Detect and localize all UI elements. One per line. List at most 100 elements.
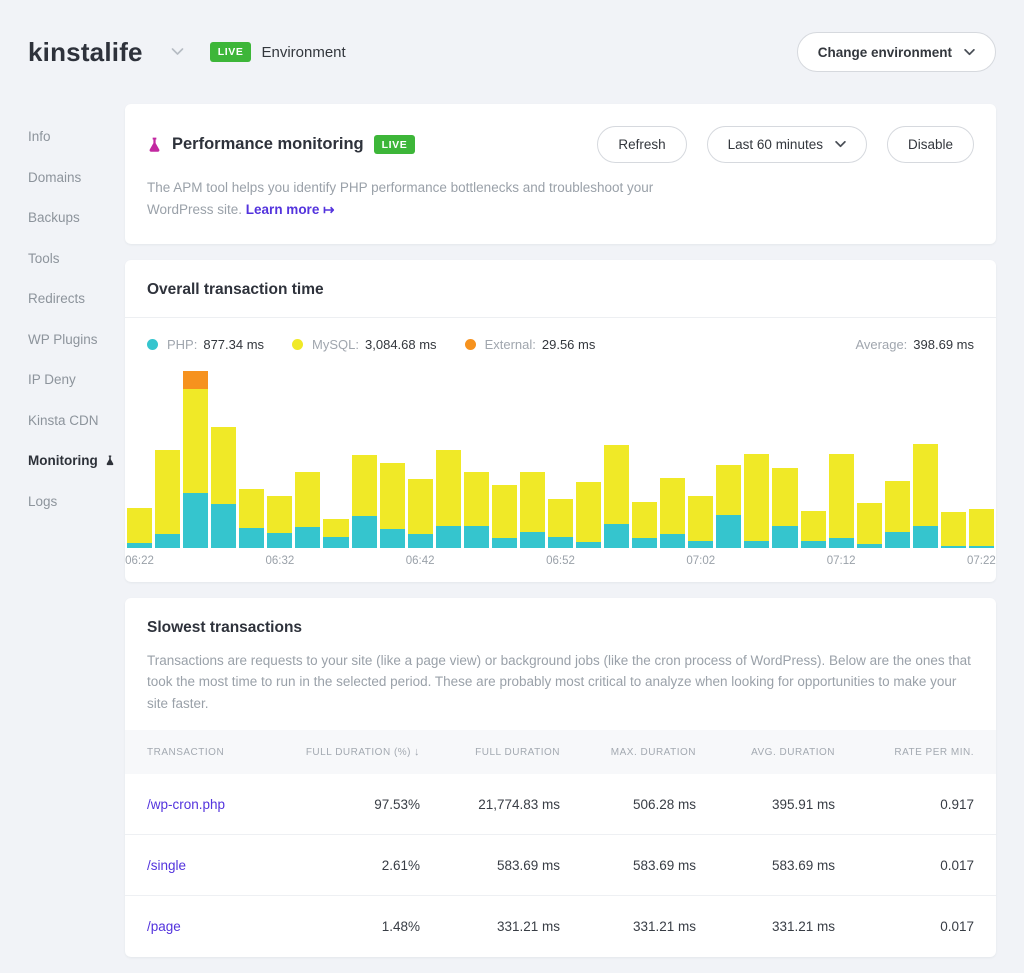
php-segment: [969, 546, 994, 548]
column-header-max-duration[interactable]: MAX. DURATION: [560, 747, 696, 758]
transaction-link[interactable]: /page: [147, 919, 270, 934]
refresh-label: Refresh: [618, 137, 665, 152]
php-segment: [380, 529, 405, 548]
chart-bar[interactable]: [744, 454, 769, 548]
chart-bar[interactable]: [885, 481, 910, 548]
sidebar-item-wp-plugins[interactable]: WP Plugins: [28, 333, 125, 347]
chart-bar[interactable]: [857, 503, 882, 548]
axis-tick-label: 07:12: [827, 555, 856, 567]
disable-label: Disable: [908, 137, 953, 152]
chart-bar[interactable]: [492, 485, 517, 548]
axis-tick: [660, 555, 685, 570]
chart-bar[interactable]: [772, 468, 797, 548]
chart-bar[interactable]: [548, 499, 573, 548]
php-segment: [323, 537, 348, 548]
php-segment: [604, 524, 629, 548]
axis-tick: [885, 555, 910, 570]
php-segment: [352, 516, 377, 548]
column-header-label: FULL DURATION (%): [306, 747, 411, 758]
column-header-transaction[interactable]: TRANSACTION: [147, 747, 270, 758]
column-header-avg-duration[interactable]: AVG. DURATION: [696, 747, 835, 758]
sidebar-item-monitoring[interactable]: Monitoring: [28, 454, 125, 468]
chart-bar[interactable]: [520, 472, 545, 548]
php-segment: [211, 504, 236, 548]
change-environment-label: Change environment: [818, 45, 952, 60]
sidebar-item-kinsta-cdn[interactable]: Kinsta CDN: [28, 414, 125, 428]
external-segment: [183, 371, 208, 389]
chart-bar[interactable]: [464, 472, 489, 548]
chart-bar[interactable]: [604, 445, 629, 548]
chart-bar[interactable]: [632, 502, 657, 548]
time-range-dropdown[interactable]: Last 60 minutes: [707, 126, 867, 163]
top-bar: kinstalife LIVE Environment Change envir…: [0, 0, 1024, 104]
chart-bar[interactable]: [380, 463, 405, 548]
full-duration-pct-value: 97.53%: [270, 797, 420, 812]
chart-bar[interactable]: [352, 455, 377, 548]
php-segment: [267, 533, 292, 548]
column-header-full-duration-pct[interactable]: FULL DURATION (%)↓: [270, 746, 420, 758]
chart-bar[interactable]: [716, 465, 741, 548]
chart-bar[interactable]: [323, 519, 348, 548]
apm-description-text: The APM tool helps you identify PHP perf…: [147, 180, 653, 217]
chart-bar[interactable]: [688, 496, 713, 548]
php-segment: [464, 526, 489, 548]
disable-button[interactable]: Disable: [887, 126, 974, 163]
mysql-segment: [183, 389, 208, 493]
legend-item-php: PHP: 877.34 ms: [147, 337, 264, 352]
apm-live-badge: LIVE: [374, 135, 416, 155]
chevron-down-icon: [835, 141, 846, 148]
chart-bar[interactable]: [913, 444, 938, 548]
chart-bar[interactable]: [211, 427, 236, 548]
column-header-rate-per-min[interactable]: RATE PER MIN.: [835, 747, 974, 758]
chart-bar[interactable]: [239, 489, 264, 548]
chart-bar[interactable]: [183, 371, 208, 548]
sidebar-item-ip-deny[interactable]: IP Deny: [28, 373, 125, 387]
environment-label: Environment: [261, 44, 345, 61]
php-segment: [632, 538, 657, 548]
sidebar-item-label: Tools: [28, 252, 60, 266]
chart-bar[interactable]: [660, 478, 685, 548]
sidebar-item-label: Logs: [28, 495, 57, 509]
sidebar-item-domains[interactable]: Domains: [28, 171, 125, 185]
sidebar-item-tools[interactable]: Tools: [28, 252, 125, 266]
sidebar-item-backups[interactable]: Backups: [28, 211, 125, 225]
php-segment: [941, 546, 966, 548]
chart-bar[interactable]: [436, 450, 461, 548]
transaction-link[interactable]: /wp-cron.php: [147, 797, 270, 812]
learn-more-link[interactable]: Learn more: [246, 202, 320, 217]
sidebar-item-redirects[interactable]: Redirects: [28, 292, 125, 306]
chart-bar[interactable]: [295, 472, 320, 548]
chart-bar[interactable]: [576, 482, 601, 548]
chart-bar[interactable]: [127, 508, 152, 548]
transaction-link[interactable]: /single: [147, 858, 270, 873]
chart-bar[interactable]: [829, 454, 854, 548]
column-header-full-duration[interactable]: FULL DURATION: [420, 747, 560, 758]
sidebar-item-info[interactable]: Info: [28, 130, 125, 144]
mysql-segment: [352, 455, 377, 516]
overall-transaction-time-card: Overall transaction time PHP: 877.34 ms …: [125, 260, 996, 582]
chart-bar[interactable]: [408, 479, 433, 548]
axis-tick: [941, 555, 966, 570]
axis-tick: [632, 555, 657, 570]
axis-tick: [604, 555, 629, 570]
chart-bar[interactable]: [267, 496, 292, 548]
legend-label: PHP:: [167, 337, 197, 352]
average-amount: 398.69 ms: [913, 337, 974, 352]
axis-tick: [295, 555, 320, 570]
site-selector-chevron-down-icon[interactable]: [171, 48, 184, 56]
performance-monitoring-flask-icon: [147, 137, 162, 153]
refresh-button[interactable]: Refresh: [597, 126, 686, 163]
chart-bar[interactable]: [801, 511, 826, 548]
chart-bar[interactable]: [969, 509, 994, 548]
axis-tick: [211, 555, 236, 570]
sidebar-item-logs[interactable]: Logs: [28, 495, 125, 509]
mysql-segment: [941, 512, 966, 546]
axis-tick: [155, 555, 180, 570]
chart-bar[interactable]: [155, 450, 180, 548]
axis-tick: 06:22: [127, 555, 152, 570]
full-duration-value: 331.21 ms: [420, 919, 560, 934]
chart-bar[interactable]: [941, 512, 966, 548]
table-row: /page 1.48% 331.21 ms 331.21 ms 331.21 m…: [125, 896, 996, 957]
axis-tick: 06:42: [408, 555, 433, 570]
change-environment-button[interactable]: Change environment: [797, 32, 996, 72]
